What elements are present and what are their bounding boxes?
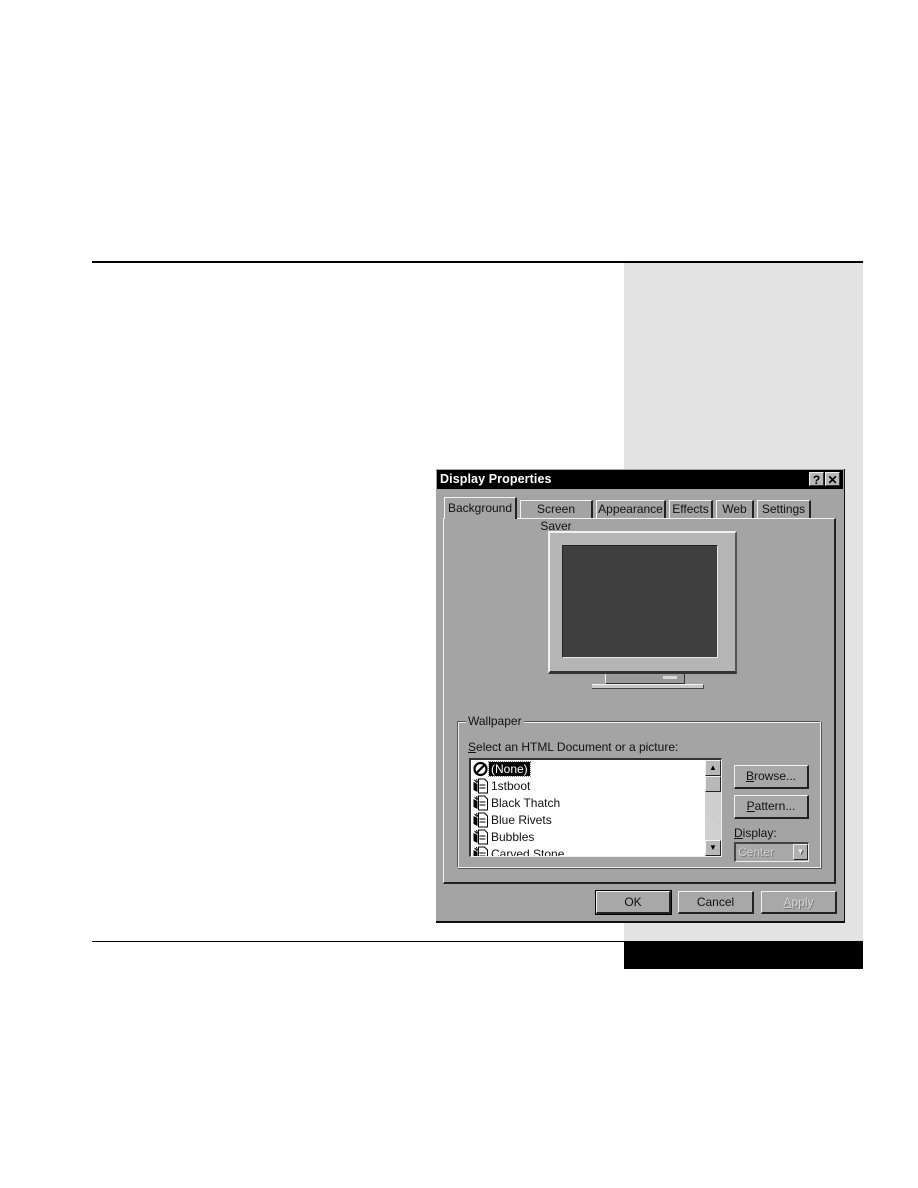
tab-settings[interactable]: Settings bbox=[757, 500, 811, 518]
page-footer-bar bbox=[624, 941, 863, 969]
list-item[interactable]: (None) bbox=[471, 760, 721, 777]
scroll-thumb[interactable] bbox=[705, 776, 721, 792]
display-mode-select[interactable]: Center ▼ bbox=[734, 842, 809, 862]
display-label: Display: bbox=[734, 826, 777, 840]
tab-effects[interactable]: Effects bbox=[669, 500, 713, 518]
no-symbol-icon bbox=[473, 761, 488, 776]
list-item[interactable]: Blue Rivets bbox=[471, 811, 721, 828]
bitmap-file-icon bbox=[473, 812, 488, 827]
bitmap-file-icon bbox=[473, 846, 488, 856]
wallpaper-listbox[interactable]: (None) 1stboot Black Thatch Blue Rivets … bbox=[469, 758, 722, 857]
tab-appearance[interactable]: Appearance bbox=[596, 500, 666, 518]
wallpaper-group-label: Wallpaper bbox=[466, 714, 524, 728]
close-button[interactable]: ✕ bbox=[825, 472, 840, 487]
bitmap-file-icon bbox=[473, 778, 488, 793]
help-button[interactable]: ? bbox=[809, 472, 824, 487]
cancel-button[interactable]: Cancel bbox=[678, 891, 754, 914]
background-tab-panel: Wallpaper Select an HTML Document or a p… bbox=[443, 518, 836, 884]
tab-background[interactable]: Background bbox=[444, 497, 517, 519]
wallpaper-group: Wallpaper Select an HTML Document or a p… bbox=[457, 714, 821, 868]
monitor-screen bbox=[562, 545, 718, 658]
wallpaper-prompt: Select an HTML Document or a picture: bbox=[468, 740, 679, 754]
title-bar[interactable]: Display Properties ? ✕ bbox=[437, 470, 843, 489]
scroll-up-button[interactable]: ▲ bbox=[705, 760, 721, 776]
bitmap-file-icon bbox=[473, 829, 488, 844]
display-mode-value: Center bbox=[738, 845, 775, 859]
chevron-down-icon[interactable]: ▼ bbox=[793, 844, 808, 860]
pattern-button[interactable]: Pattern... bbox=[734, 795, 809, 819]
display-properties-dialog: Display Properties ? ✕ Background Screen… bbox=[436, 469, 845, 923]
list-item[interactable]: Black Thatch bbox=[471, 794, 721, 811]
list-item[interactable]: Bubbles bbox=[471, 828, 721, 845]
monitor-base bbox=[592, 684, 704, 689]
list-item[interactable]: 1stboot bbox=[471, 777, 721, 794]
apply-button[interactable]: Apply bbox=[761, 891, 837, 914]
dialog-title: Display Properties bbox=[440, 472, 552, 486]
page-bottom-rule bbox=[92, 941, 624, 942]
tab-screen-saver[interactable]: Screen Saver bbox=[520, 500, 593, 533]
ok-button[interactable]: OK bbox=[595, 890, 672, 915]
browse-button[interactable]: Browse... bbox=[734, 765, 809, 789]
list-scrollbar[interactable]: ▲ ▼ bbox=[705, 760, 721, 856]
bitmap-file-icon bbox=[473, 795, 488, 810]
monitor-stand bbox=[605, 674, 685, 684]
monitor-preview bbox=[548, 531, 737, 674]
scroll-down-button[interactable]: ▼ bbox=[705, 840, 721, 856]
tab-web[interactable]: Web bbox=[716, 500, 754, 518]
list-item[interactable]: Carved Stone bbox=[471, 845, 721, 856]
monitor-power-light bbox=[663, 676, 677, 679]
